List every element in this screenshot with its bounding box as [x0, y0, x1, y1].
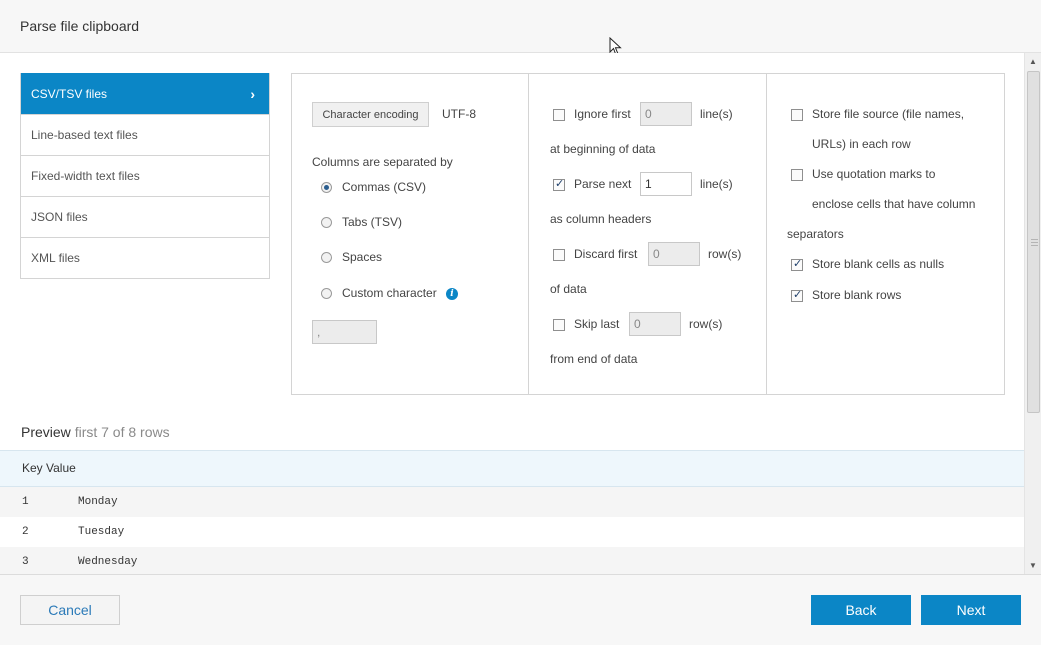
- radio-custom-label: Custom character: [342, 286, 437, 300]
- skip-last-suffix: from end of data: [550, 352, 638, 366]
- table-cell-value: Monday: [78, 496, 118, 508]
- content-area: CSV/TSV files › Line-based text files Fi…: [0, 53, 1041, 574]
- character-encoding-button[interactable]: Character encoding: [312, 102, 429, 127]
- skip-last-label: Skip last: [574, 317, 620, 331]
- separator-heading: Columns are separated by: [312, 155, 453, 169]
- table-cell-value: Tuesday: [78, 526, 125, 538]
- radio-spaces-label: Spaces: [342, 250, 383, 264]
- separator-options-column: Character encoding UTF-8 Columns are sep…: [292, 74, 529, 394]
- vertical-scrollbar[interactable]: ▲ — — — ▼: [1024, 53, 1041, 574]
- ignore-first-label: Ignore first: [574, 107, 631, 121]
- radio-tabs-label: Tabs (TSV): [342, 215, 403, 229]
- store-blank-nulls-label: Store blank cells as nulls: [812, 257, 945, 271]
- table-row: 2 Tuesday: [0, 517, 1024, 547]
- encoding-value: UTF-8: [442, 107, 476, 121]
- discard-first-unit: row(s): [708, 247, 742, 261]
- skip-last-input[interactable]: 0: [629, 312, 681, 336]
- nav-item-label: CSV/TSV files: [31, 87, 108, 101]
- store-blank-rows-label: Store blank rows: [812, 288, 902, 302]
- next-button[interactable]: Next: [921, 595, 1021, 625]
- discard-first-label: Discard first: [574, 247, 638, 261]
- radio-custom[interactable]: [321, 288, 332, 299]
- chevron-right-icon: ›: [250, 86, 255, 102]
- parse-next-label: Parse next: [574, 177, 632, 191]
- quotation-label-line2: enclose cells that have column: [812, 197, 976, 211]
- quotation-marks-checkbox[interactable]: [791, 169, 803, 181]
- skip-last-checkbox[interactable]: [553, 319, 565, 331]
- back-button[interactable]: Back: [811, 595, 911, 625]
- skip-last-unit: row(s): [689, 317, 723, 331]
- store-options-column: Store file source (file names, URLs) in …: [767, 74, 1004, 394]
- preview-label: Preview: [21, 424, 71, 440]
- discard-first-checkbox[interactable]: [553, 249, 565, 261]
- nav-item-fixed-width[interactable]: Fixed-width text files: [21, 155, 269, 196]
- table-cell-value: Wednesday: [78, 556, 138, 568]
- nav-item-label: JSON files: [31, 210, 88, 224]
- preview-row-count: first 7 of 8 rows: [74, 424, 170, 440]
- nav-item-csv-tsv[interactable]: CSV/TSV files ›: [21, 73, 269, 114]
- custom-character-input[interactable]: ,: [312, 320, 377, 344]
- nav-item-label: XML files: [31, 251, 80, 265]
- radio-tabs[interactable]: [321, 217, 332, 228]
- info-icon[interactable]: i: [446, 288, 458, 300]
- nav-item-xml[interactable]: XML files: [21, 237, 269, 278]
- grip-icon: — — —: [1031, 236, 1038, 249]
- cancel-button[interactable]: Cancel: [20, 595, 120, 625]
- table-cell-key: 1: [22, 496, 29, 508]
- ignore-first-input[interactable]: 0: [640, 102, 692, 126]
- parse-options-panel: Character encoding UTF-8 Columns are sep…: [291, 73, 1005, 395]
- radio-commas[interactable]: [321, 182, 332, 193]
- discard-first-suffix: of data: [550, 282, 587, 296]
- dialog-header: Parse file clipboard: [0, 0, 1041, 53]
- store-blank-nulls-checkbox[interactable]: [791, 257, 803, 271]
- table-row: 3 Wednesday: [0, 547, 1024, 574]
- scroll-up-arrow-icon[interactable]: ▲: [1029, 57, 1037, 66]
- dialog-footer: Cancel Back Next: [0, 574, 1041, 645]
- radio-commas-label: Commas (CSV): [342, 180, 427, 194]
- radio-spaces[interactable]: [321, 252, 332, 263]
- store-blank-rows-checkbox[interactable]: [791, 288, 803, 302]
- quotation-label-line3: separators: [787, 227, 844, 241]
- scroll-down-arrow-icon[interactable]: ▼: [1029, 561, 1037, 570]
- parse-next-input[interactable]: 1: [640, 172, 692, 196]
- table-cell-key: 3: [22, 556, 29, 568]
- nav-item-json[interactable]: JSON files: [21, 196, 269, 237]
- table-cell-key: 2: [22, 526, 29, 538]
- ignore-first-checkbox[interactable]: [553, 109, 565, 121]
- nav-item-line-based[interactable]: Line-based text files: [21, 114, 269, 155]
- table-row: 1 Monday: [0, 487, 1024, 517]
- preview-table-header: Key Value: [0, 450, 1024, 487]
- ignore-first-unit: line(s): [700, 107, 733, 121]
- parse-next-suffix: as column headers: [550, 212, 652, 226]
- store-file-source-label-line2: URLs) in each row: [812, 137, 911, 151]
- scrollbar-thumb[interactable]: — — —: [1027, 71, 1040, 413]
- dialog-title: Parse file clipboard: [20, 18, 140, 34]
- file-type-nav: CSV/TSV files › Line-based text files Fi…: [20, 73, 270, 279]
- ignore-first-suffix: at beginning of data: [550, 142, 656, 156]
- store-file-source-checkbox[interactable]: [791, 109, 803, 121]
- store-file-source-label-line1: Store file source (file names,: [812, 107, 965, 121]
- preview-heading: Preview first 7 of 8 rows: [21, 424, 170, 440]
- parse-next-checkbox[interactable]: [553, 177, 565, 191]
- nav-item-label: Fixed-width text files: [31, 169, 140, 183]
- parse-next-unit: line(s): [700, 177, 733, 191]
- nav-item-label: Line-based text files: [31, 128, 138, 142]
- row-options-column: Ignore first 0 line(s) at beginning of d…: [529, 74, 767, 394]
- quotation-label-line1: Use quotation marks to: [812, 167, 936, 181]
- discard-first-input[interactable]: 0: [648, 242, 700, 266]
